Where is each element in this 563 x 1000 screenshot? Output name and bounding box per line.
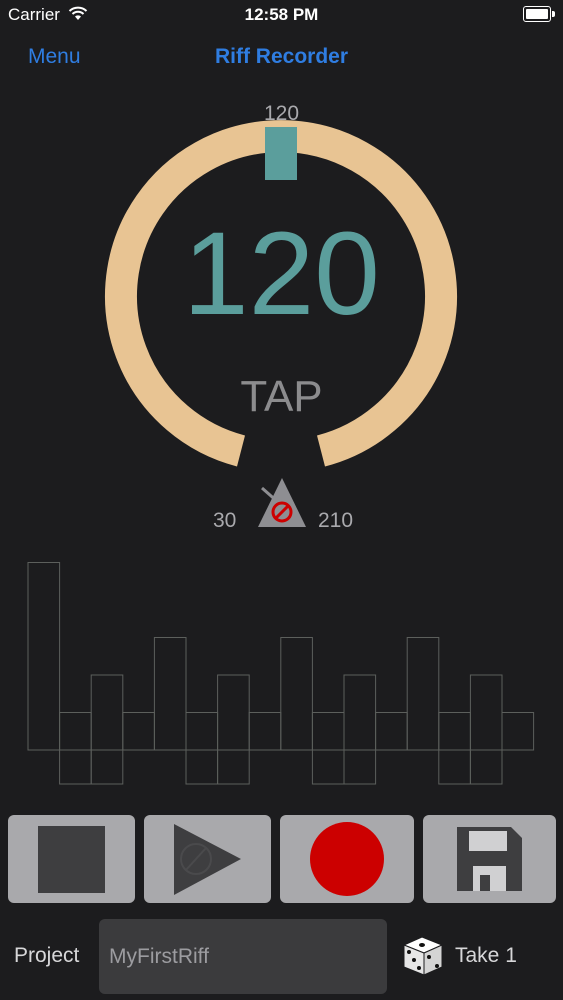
save-button[interactable] xyxy=(423,815,556,903)
tempo-indicator-value: 120 xyxy=(263,102,300,125)
beat-bar[interactable] xyxy=(248,712,282,751)
beat-bar[interactable] xyxy=(122,712,155,751)
play-icon xyxy=(174,824,241,895)
sub-beat-bar[interactable] xyxy=(343,749,377,785)
stop-button[interactable] xyxy=(8,815,135,903)
beat-bar[interactable] xyxy=(59,712,92,751)
beat-bar[interactable] xyxy=(501,712,535,751)
beat-bar[interactable] xyxy=(375,712,408,751)
tap-button[interactable]: TAP xyxy=(0,372,563,422)
beat-bar[interactable] xyxy=(438,712,471,751)
take-label: Take 1 xyxy=(455,944,517,967)
record-icon xyxy=(310,822,384,896)
beat-pattern-grid[interactable] xyxy=(0,550,563,800)
beat-bar[interactable] xyxy=(27,562,61,751)
metronome-disabled-icon[interactable] xyxy=(258,478,306,527)
sub-beat-bar[interactable] xyxy=(90,749,124,785)
beat-bar[interactable] xyxy=(185,712,219,751)
stop-icon xyxy=(38,826,105,893)
record-button[interactable] xyxy=(280,815,414,903)
sub-beat-bar[interactable] xyxy=(185,749,219,785)
beat-bar[interactable] xyxy=(153,637,187,751)
sub-beat-bar[interactable] xyxy=(311,749,345,785)
beat-bar[interactable] xyxy=(280,637,313,751)
beat-bar[interactable] xyxy=(90,674,124,751)
save-icon xyxy=(457,827,522,891)
project-name-input[interactable] xyxy=(99,919,387,994)
play-button[interactable] xyxy=(144,815,271,903)
sub-beat-bar[interactable] xyxy=(217,749,250,785)
beat-bar[interactable] xyxy=(217,674,250,751)
beat-bar[interactable] xyxy=(469,674,503,751)
beat-bar[interactable] xyxy=(311,712,345,751)
beat-bar[interactable] xyxy=(406,637,440,751)
project-label: Project xyxy=(14,944,80,967)
tempo-min-label: 30 xyxy=(213,509,237,532)
tempo-indicator-handle xyxy=(265,127,297,180)
dice-icon[interactable] xyxy=(400,933,446,979)
sub-beat-bar[interactable] xyxy=(59,749,92,785)
tempo-max-label: 210 xyxy=(318,509,354,532)
beat-bar[interactable] xyxy=(343,674,377,751)
sub-beat-bar[interactable] xyxy=(438,749,471,785)
tempo-value: 120 xyxy=(183,208,380,340)
sub-beat-bar[interactable] xyxy=(469,749,503,785)
